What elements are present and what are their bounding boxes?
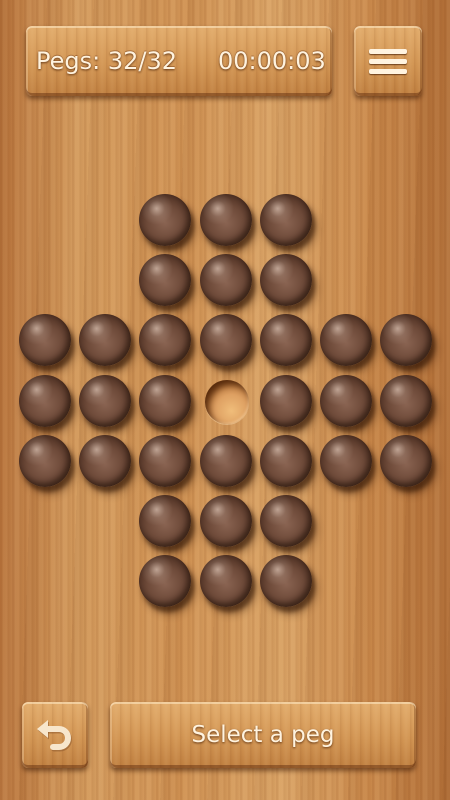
board-cell[interactable] [259,495,314,549]
board-cell[interactable] [199,555,254,609]
board-cell[interactable] [380,374,434,429]
peg [139,374,192,427]
pegs-label: Pegs: [36,47,101,75]
board-cell[interactable] [320,374,374,429]
board-cell[interactable] [259,314,314,368]
peg [380,434,433,487]
peg [139,194,192,246]
board-cell[interactable] [19,314,73,368]
board-cell[interactable] [199,314,254,368]
board-cell[interactable] [380,434,434,489]
board-cell[interactable] [139,314,193,368]
board-cell[interactable] [259,374,314,429]
board-cell[interactable] [199,495,254,549]
peg [139,314,192,367]
board-cell[interactable] [79,434,133,489]
board-cell[interactable] [199,254,254,308]
board-cell[interactable] [380,314,434,368]
board-cell[interactable] [259,555,314,609]
peg [259,194,312,246]
peg [139,434,192,487]
peg [380,314,433,367]
peg [79,434,132,487]
peg [139,254,192,307]
hud-panel: Pegs: 32/32 00:00:03 [26,26,332,96]
undo-button[interactable] [22,702,88,768]
peg [380,374,433,427]
board-cell[interactable] [320,434,374,489]
board-cell[interactable] [259,434,314,489]
peg-board [0,0,450,800]
board-cell[interactable] [139,374,193,429]
game-screen: Pegs: 32/32 00:00:03 Select a peg [0,0,450,800]
peg [139,555,192,608]
board-cell[interactable] [139,194,193,248]
peg [199,434,252,487]
board-cell[interactable] [259,194,314,248]
board-cell[interactable] [200,375,254,429]
peg [259,495,312,547]
board-cell[interactable] [19,374,73,429]
peg [259,434,312,487]
board-cell[interactable] [139,254,193,308]
timer: 00:00:03 [218,47,326,75]
hamburger-menu-icon [369,49,407,75]
menu-button[interactable] [354,26,422,96]
board-cell[interactable] [259,254,314,308]
board-cell[interactable] [19,434,73,489]
board-cell[interactable] [139,495,193,549]
peg [199,314,252,367]
peg [259,374,312,427]
empty-hole [204,379,249,424]
peg [259,254,312,307]
peg [19,434,71,487]
peg [79,374,132,427]
pegs-counter: Pegs: 32/32 [36,26,186,96]
peg [19,374,71,427]
board-cell[interactable] [320,314,374,368]
peg [199,495,252,547]
peg [259,314,312,367]
peg [320,434,372,487]
peg [139,495,192,547]
board-cell[interactable] [199,434,254,489]
peg [79,314,132,367]
peg [19,314,71,367]
board-cell[interactable] [79,314,133,368]
board-cell[interactable] [199,194,254,248]
board-cell[interactable] [139,434,193,489]
peg [199,194,252,246]
undo-arrow-icon [37,720,72,752]
pegs-count: 32/32 [107,47,178,75]
peg [320,314,372,367]
board-cell[interactable] [79,374,133,429]
peg [320,374,372,427]
peg [199,555,252,608]
status-panel: Select a peg [110,702,416,768]
peg [199,254,252,307]
peg [259,555,312,608]
board-cell[interactable] [139,555,193,609]
status-message: Select a peg [191,722,335,748]
